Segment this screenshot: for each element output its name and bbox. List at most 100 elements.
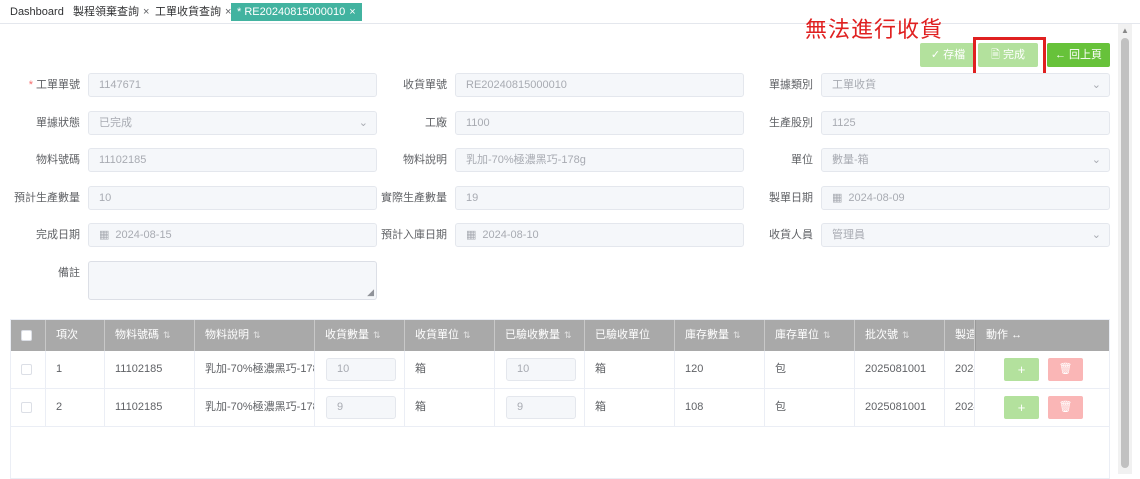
plant-label: 工廠 [425, 117, 447, 129]
work-order-label: * 工單單號 [10, 73, 80, 97]
row-select-cell [11, 351, 46, 388]
header-index[interactable]: 項次 [46, 320, 105, 351]
planned-qty-label: 預計生產數量 [14, 192, 80, 204]
receiver-select[interactable]: 管理員 ⌄ [821, 223, 1110, 247]
select-all-checkbox[interactable] [21, 330, 32, 341]
sort-icon[interactable]: ⇅ [902, 330, 910, 340]
recv-qty-input[interactable]: 9 [326, 396, 396, 419]
unit-select[interactable]: 數量-箱 ⌄ [821, 148, 1110, 172]
cell-material-desc: 乳加-70%極濃黑巧-178g [195, 351, 315, 388]
acc-qty-input[interactable]: 9 [506, 396, 576, 419]
header-material-desc[interactable]: 物料說明 ⇅ [195, 320, 315, 351]
cell-mfg: 2024 [945, 389, 975, 426]
cell-stock-unit: 包 [765, 389, 855, 426]
receiver-value: 管理員 [832, 229, 865, 241]
cell-recv-qty: 9 [315, 389, 405, 426]
sort-icon[interactable]: ⇅ [373, 330, 381, 340]
cell-acc-qty: 10 [495, 351, 585, 388]
add-row-button[interactable]: + [1004, 396, 1039, 419]
cell-batch: 2025081001 [855, 389, 945, 426]
doc-status-select[interactable]: 已完成 ⌄ [88, 111, 377, 135]
tab-label: 工單收貨查詢 [155, 6, 221, 18]
header-label: 動作 [986, 329, 1008, 341]
table-row[interactable]: 2 11102185 乳加-70%極濃黑巧-178g 9 箱 9 箱 108 包… [11, 389, 1109, 427]
remark-textarea[interactable]: ◢ [88, 261, 377, 300]
finish-date-value: 2024-08-15 [115, 229, 172, 241]
header-mfg[interactable]: 製造 [945, 320, 975, 351]
plus-icon: + [1017, 400, 1026, 415]
header-recv-qty[interactable]: 收貨數量 ⇅ [315, 320, 405, 351]
scrollbar-thumb[interactable] [1121, 38, 1129, 468]
material-desc-label: 物料說明 [403, 154, 447, 166]
tab-dashboard[interactable]: Dashboard [6, 3, 68, 21]
header-label: 製造 [955, 329, 975, 341]
sort-icon[interactable]: ⇅ [733, 330, 741, 340]
material-no-label: 物料號碼 [36, 154, 80, 166]
header-acc-qty[interactable]: 已驗收數量 ⇅ [495, 320, 585, 351]
cell-batch: 2025081001 [855, 351, 945, 388]
expected-in-date-picker[interactable]: ▦ 2024-08-10 [455, 223, 744, 247]
doc-status-value: 已完成 [99, 117, 132, 129]
header-label: 已驗收單位 [595, 329, 650, 341]
plant-field[interactable]: 1100 [455, 111, 744, 135]
header-stock-qty[interactable]: 庫存數量 ⇅ [675, 320, 765, 351]
close-icon[interactable]: × [349, 6, 355, 18]
row-checkbox[interactable] [21, 364, 32, 375]
material-desc-field[interactable]: 乳加-70%極濃黑巧-178g [455, 148, 744, 172]
sort-icon[interactable]: ⇅ [823, 330, 831, 340]
tab-label: 製程領棄查詢 [73, 6, 139, 18]
work-order-field[interactable]: 1147671 [88, 73, 377, 97]
doc-type-select[interactable]: 工單收貨 ⌄ [821, 73, 1110, 97]
add-row-button[interactable]: + [1004, 358, 1039, 381]
expand-icon[interactable]: ↔ [1011, 329, 1022, 341]
table-row[interactable]: 1 11102185 乳加-70%極濃黑巧-178g 10 箱 10 箱 120… [11, 351, 1109, 389]
tab-receipt-detail[interactable]: * RE20240815000010 × [231, 3, 362, 21]
unit-label: 單位 [791, 154, 813, 166]
sort-icon[interactable]: ⇅ [253, 330, 261, 340]
doc-type-label: 單據類別 [769, 79, 813, 91]
expected-in-label: 預計入庫日期 [381, 229, 447, 241]
recv-qty-input[interactable]: 10 [326, 358, 396, 381]
items-table: 項次 物料號碼 ⇅ 物料說明 ⇅ 收貨數量 ⇅ 收貨單位 ⇅ 已驗收數量 ⇅ 已驗收單位 … [10, 319, 1110, 479]
tab-process-query[interactable]: 製程領棄查詢 × [69, 3, 153, 21]
scroll-up-icon[interactable]: ▲ [1121, 26, 1129, 35]
sort-icon[interactable]: ⇅ [463, 330, 471, 340]
cell-actions: + 🗑 [975, 389, 1109, 426]
receipt-no-field[interactable]: RE20240815000010 [455, 73, 744, 97]
material-no-field[interactable]: 11102185 [88, 148, 377, 172]
header-label: 物料號碼 [115, 329, 159, 341]
delete-row-button[interactable]: 🗑 [1048, 358, 1083, 381]
cell-material-no: 11102185 [105, 351, 195, 388]
header-recv-unit[interactable]: 收貨單位 ⇅ [405, 320, 495, 351]
header-acc-unit[interactable]: 已驗收單位 [585, 320, 675, 351]
save-button[interactable]: ✓ 存檔 [920, 43, 976, 67]
header-label: 庫存數量 [685, 329, 729, 341]
close-icon[interactable]: × [143, 6, 149, 18]
header-stock-unit[interactable]: 庫存單位 ⇅ [765, 320, 855, 351]
finish-date-picker[interactable]: ▦ 2024-08-15 [88, 223, 377, 247]
cell-acc-qty: 9 [495, 389, 585, 426]
cell-mfg: 2024 [945, 351, 975, 388]
header-label: 項次 [56, 329, 78, 341]
sort-icon[interactable]: ⇅ [564, 330, 572, 340]
prod-type-field[interactable]: 1125 [821, 111, 1110, 135]
actual-qty-field[interactable]: 19 [455, 186, 744, 210]
delete-row-button[interactable]: 🗑 [1048, 396, 1083, 419]
work-order-label-text: 工單單號 [36, 79, 80, 91]
cell-actions: + 🗑 [975, 351, 1109, 388]
sort-icon[interactable]: ⇅ [163, 330, 171, 340]
chevron-down-icon: ⌄ [358, 117, 368, 129]
planned-qty-field[interactable]: 10 [88, 186, 377, 210]
cell-acc-unit: 箱 [585, 351, 675, 388]
row-checkbox[interactable] [21, 402, 32, 413]
acc-qty-input[interactable]: 10 [506, 358, 576, 381]
header-batch[interactable]: 批次號 ⇅ [855, 320, 945, 351]
resize-handle-icon[interactable]: ◢ [367, 287, 374, 298]
header-material-no[interactable]: 物料號碼 ⇅ [105, 320, 195, 351]
tab-receipt-query[interactable]: 工單收貨查詢 × [151, 3, 235, 21]
back-button[interactable]: ← 回上頁 [1047, 43, 1110, 67]
page-scrollbar[interactable]: ▲ [1118, 24, 1132, 474]
mfg-date-picker[interactable]: ▦ 2024-08-09 [821, 186, 1110, 210]
chevron-down-icon: ⌄ [1091, 79, 1101, 91]
chevron-down-icon: ⌄ [1091, 229, 1101, 241]
